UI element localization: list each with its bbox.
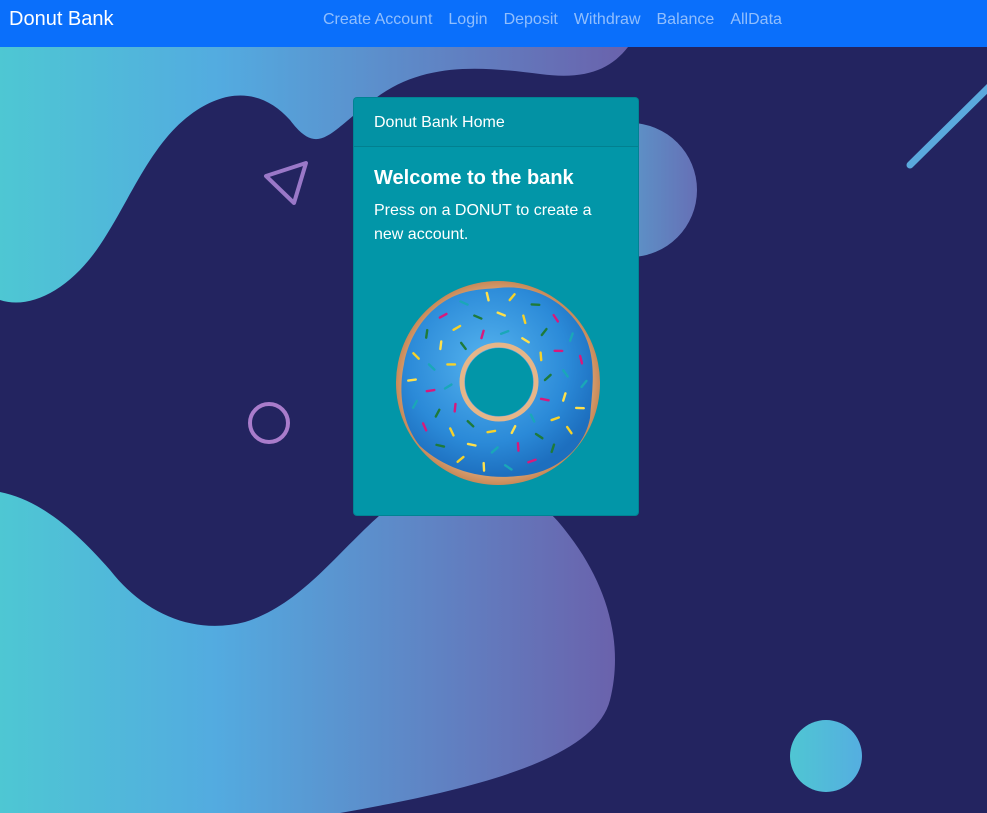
sprinkle — [553, 349, 564, 353]
card-text: Press on a DONUT to create a new account… — [374, 202, 592, 243]
nav-link-withdraw[interactable]: Withdraw — [574, 11, 641, 28]
nav-link-deposit[interactable]: Deposit — [504, 11, 558, 28]
nav-link-alldata[interactable]: AllData — [730, 11, 782, 28]
nav-item: Create Account — [315, 9, 440, 31]
nav-item: AllData — [722, 9, 790, 31]
card-header: Donut Bank Home — [354, 98, 638, 147]
card-title: Welcome to the bank — [374, 167, 574, 189]
triangle-outline — [264, 161, 308, 205]
navbar: Donut Bank Create Account Login Deposit … — [0, 0, 987, 47]
nav-item: Deposit — [496, 9, 566, 31]
nav-link-balance[interactable]: Balance — [657, 11, 715, 28]
home-card: Donut Bank Home Welcome to the bank Pres… — [353, 97, 639, 516]
nav-item: Login — [440, 9, 495, 31]
bottom-wave-shape — [0, 482, 615, 813]
nav-link-login[interactable]: Login — [448, 11, 487, 28]
donut-button[interactable] — [394, 278, 603, 487]
nav-link-create-account[interactable]: Create Account — [323, 11, 432, 28]
nav-links: Create Account Login Deposit Withdraw Ba… — [315, 9, 790, 31]
diagonal-line — [906, 84, 987, 169]
background-ball-small — [790, 720, 862, 792]
donut-icon — [396, 281, 600, 485]
nav-item: Withdraw — [566, 9, 649, 31]
brand-logo[interactable]: Donut Bank — [9, 8, 114, 31]
sprinkle — [574, 406, 585, 410]
nav-item: Balance — [649, 9, 723, 31]
sprinkle — [446, 363, 457, 366]
circle-outline — [248, 402, 290, 444]
card-body: Welcome to the bank Press on a DONUT to … — [354, 147, 638, 247]
